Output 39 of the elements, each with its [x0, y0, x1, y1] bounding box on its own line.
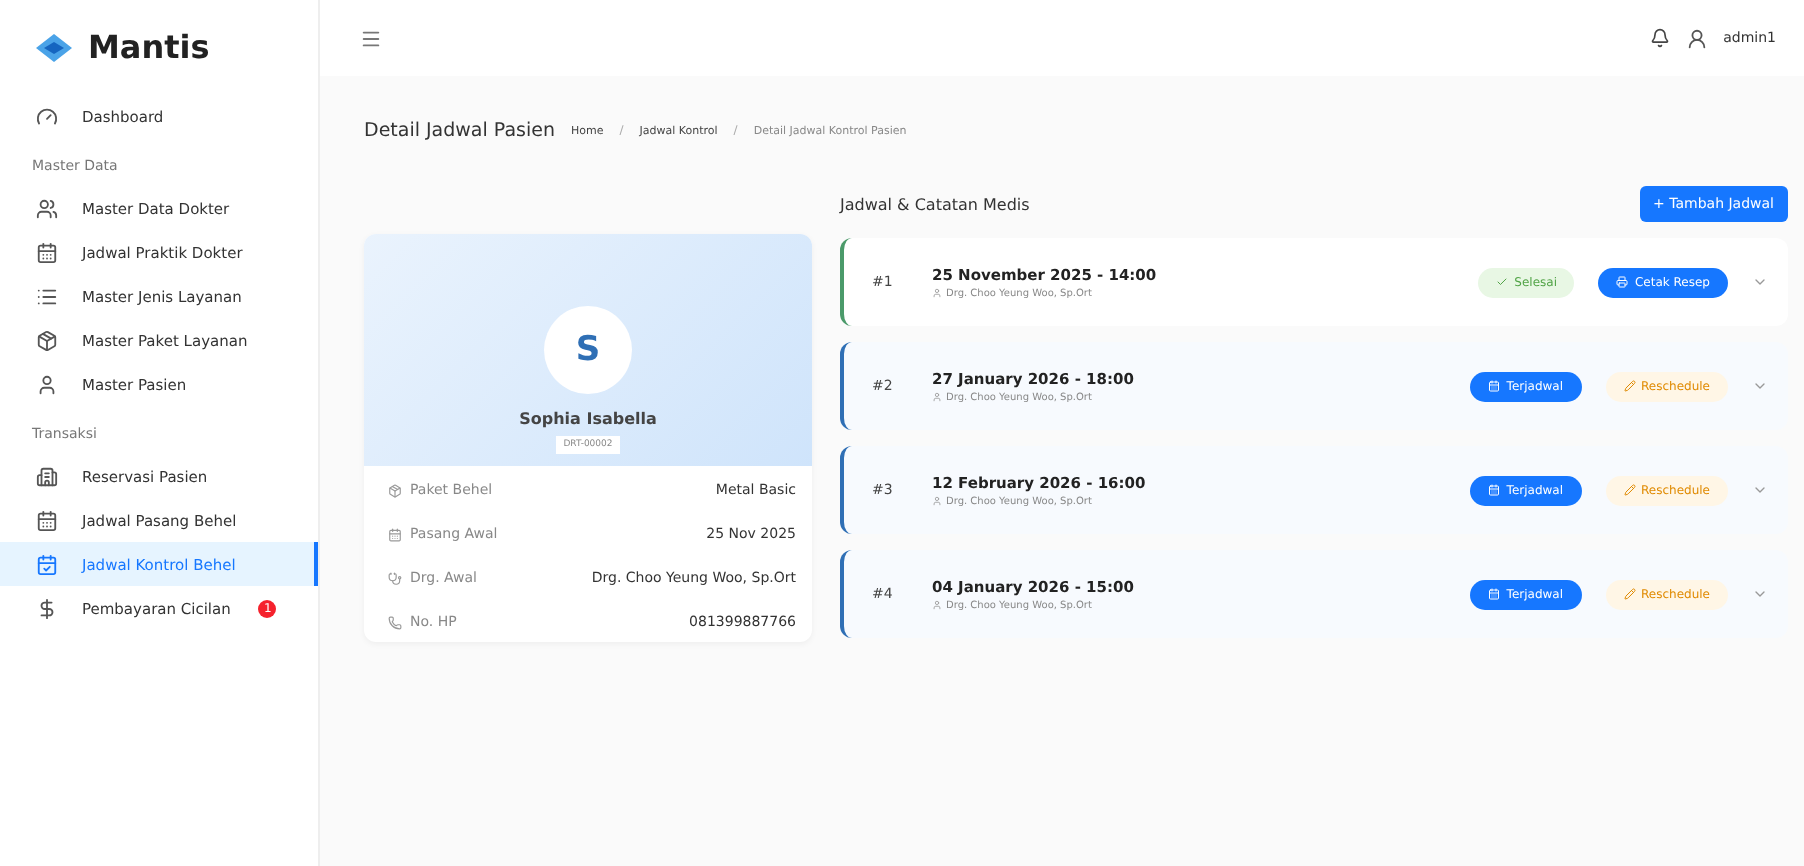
chevron-down-icon[interactable] — [1752, 274, 1768, 290]
user-icon — [932, 600, 942, 610]
users-icon — [36, 197, 58, 219]
menu-icon[interactable] — [360, 27, 382, 49]
gauge-icon — [36, 105, 58, 127]
user-icon — [932, 496, 942, 506]
pencil-icon — [1623, 588, 1636, 600]
package-icon — [388, 483, 402, 497]
printer-icon — [1616, 276, 1629, 288]
calendar-check-icon — [36, 553, 58, 575]
calendar-icon — [1488, 588, 1501, 600]
page-title: Detail Jadwal Pasien — [364, 120, 555, 142]
building-icon — [36, 465, 58, 487]
avatar-icon — [1685, 27, 1708, 49]
package-icon — [36, 329, 58, 351]
patient-name: Sophia Isabella — [519, 410, 657, 428]
calendar-icon — [36, 241, 58, 263]
chevron-down-icon[interactable] — [1752, 586, 1768, 602]
user-icon — [932, 288, 942, 298]
check-icon — [1496, 276, 1509, 288]
calendar-icon — [388, 527, 402, 541]
brand-name: Mantis — [88, 28, 210, 66]
calendar-icon — [1488, 484, 1501, 496]
section-title: Jadwal & Catatan Medis — [840, 195, 1030, 213]
user-icon — [36, 373, 58, 395]
list-icon — [36, 285, 58, 307]
calendar-icon — [36, 509, 58, 531]
pencil-icon — [1623, 380, 1636, 392]
logo-icon — [36, 33, 72, 61]
chevron-down-icon[interactable] — [1752, 378, 1768, 394]
avatar: S — [544, 306, 632, 394]
user-icon — [932, 392, 942, 402]
chevron-down-icon[interactable] — [1752, 482, 1768, 498]
pencil-icon — [1623, 484, 1636, 496]
stethoscope-icon — [388, 571, 402, 585]
phone-icon — [388, 615, 402, 629]
calendar-icon — [1488, 380, 1501, 392]
dollar-icon — [36, 597, 58, 619]
bell-icon[interactable] — [1649, 28, 1670, 48]
